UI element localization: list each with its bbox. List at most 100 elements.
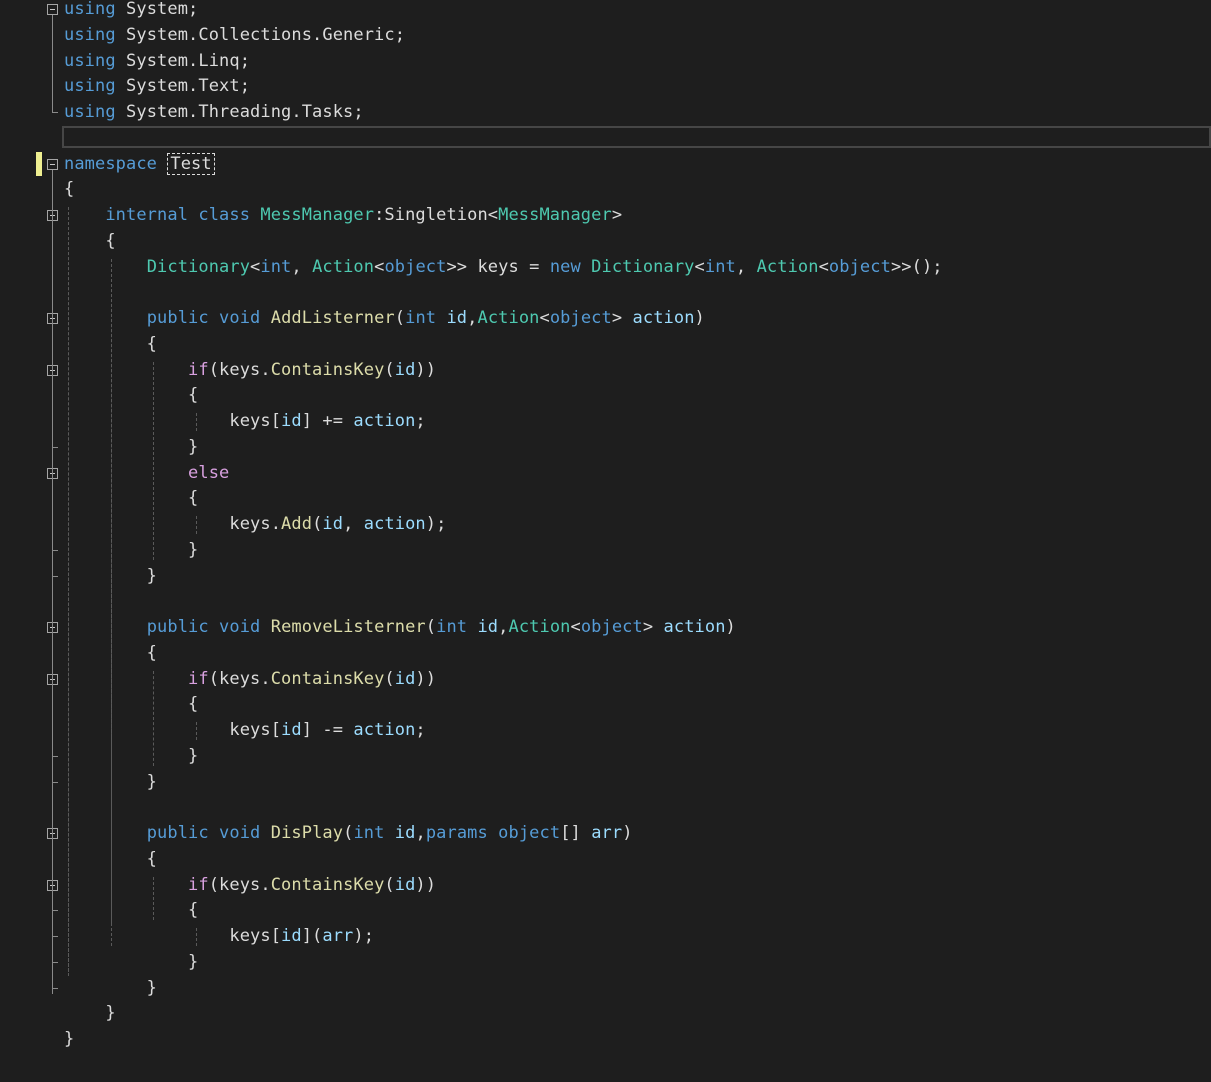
code-token: < xyxy=(539,308,550,328)
code-token: ContainsKey xyxy=(270,874,385,895)
code-token: public xyxy=(146,308,209,328)
code-token: RemoveListerner xyxy=(270,617,426,637)
code-line-text: { xyxy=(64,383,198,409)
indent-guide xyxy=(111,258,112,924)
code-line[interactable]: using System.Threading.Tasks; xyxy=(0,100,1211,126)
code-token: action xyxy=(353,720,416,740)
code-line[interactable]: public void RemoveListerner(int id,Actio… xyxy=(0,615,1211,641)
code-token: Action xyxy=(477,308,540,328)
code-line[interactable]: using System.Collections.Generic; xyxy=(0,23,1211,49)
code-token: else xyxy=(188,462,230,483)
code-token: > xyxy=(611,205,623,225)
code-token: object xyxy=(549,308,612,328)
code-line[interactable]: } xyxy=(0,435,1211,461)
code-token: void xyxy=(219,308,261,328)
code-token: Dictionary xyxy=(146,256,251,277)
code-token: < xyxy=(694,256,705,277)
code-line[interactable]: using System.Text; xyxy=(0,74,1211,100)
code-line[interactable]: } xyxy=(0,1001,1211,1027)
code-line-text: public void DisPlay(int id,params object… xyxy=(64,821,633,847)
code-line[interactable]: if(keys.ContainsKey(id)) xyxy=(0,873,1211,899)
code-token: arr xyxy=(591,823,623,843)
code-line[interactable]: public void AddListerner(int id,Action<o… xyxy=(0,306,1211,332)
code-line[interactable]: { xyxy=(0,486,1211,512)
code-token: id xyxy=(477,617,499,637)
code-line[interactable]: } xyxy=(0,976,1211,1002)
code-line[interactable]: keys[id] -= action; xyxy=(0,718,1211,744)
code-line[interactable]: } xyxy=(0,1027,1211,1053)
code-line[interactable]: } xyxy=(0,538,1211,564)
code-token: )) xyxy=(415,668,437,689)
code-token: { xyxy=(64,694,199,715)
code-line[interactable]: } xyxy=(0,744,1211,770)
code-line[interactable]: } xyxy=(0,770,1211,796)
code-token: < xyxy=(250,256,261,277)
outline-line xyxy=(52,15,53,112)
code-token: )) xyxy=(415,359,437,380)
code-token: , xyxy=(291,256,313,277)
code-token: < xyxy=(570,617,581,637)
code-line[interactable]: using System.Linq; xyxy=(0,49,1211,75)
code-line-text: { xyxy=(64,692,198,718)
code-line[interactable]: { xyxy=(0,332,1211,358)
code-token: AddListerner xyxy=(270,308,395,328)
code-token: id xyxy=(281,926,302,946)
code-token: ); xyxy=(353,926,375,946)
code-token: Action xyxy=(312,256,375,277)
code-line[interactable]: else xyxy=(0,461,1211,487)
code-line[interactable]: Dictionary<int, Action<object>> keys = n… xyxy=(0,255,1211,281)
code-line[interactable] xyxy=(0,126,1211,152)
code-token: Dictionary xyxy=(591,256,695,277)
code-token: namespace xyxy=(64,153,158,174)
code-line[interactable]: { xyxy=(0,177,1211,203)
code-token: int xyxy=(436,617,468,637)
code-token: id xyxy=(394,823,416,843)
fold-toggle-icon[interactable] xyxy=(47,4,58,15)
code-line[interactable]: using System; xyxy=(0,0,1211,23)
code-line[interactable]: { xyxy=(0,847,1211,873)
code-token: object xyxy=(384,256,447,277)
code-token: Action xyxy=(756,256,819,277)
code-line[interactable] xyxy=(0,589,1211,615)
code-line[interactable]: } xyxy=(0,564,1211,590)
code-token: arr xyxy=(322,926,354,946)
code-line[interactable] xyxy=(0,280,1211,306)
code-token: if xyxy=(188,668,209,689)
code-line[interactable]: namespace Test xyxy=(0,152,1211,178)
code-line-text: namespace Test xyxy=(64,152,215,178)
code-line[interactable]: { xyxy=(0,898,1211,924)
code-token: } xyxy=(64,951,199,972)
code-line-text: { xyxy=(64,177,74,203)
fold-toggle-icon[interactable] xyxy=(47,158,58,170)
code-line[interactable]: if(keys.ContainsKey(id)) xyxy=(0,667,1211,693)
code-line[interactable]: keys[id] += action; xyxy=(0,409,1211,435)
code-token: { xyxy=(64,488,199,509)
code-token: new xyxy=(549,256,581,277)
code-line-text: if(keys.ContainsKey(id)) xyxy=(64,667,436,693)
code-token: System.Collections.Generic; xyxy=(115,24,406,45)
code-line[interactable]: internal class MessManager:Singletion<Me… xyxy=(0,203,1211,229)
code-token: id xyxy=(322,514,344,534)
code-line[interactable]: } xyxy=(0,950,1211,976)
code-line[interactable]: { xyxy=(0,692,1211,718)
code-editor[interactable]: using System; using System.Collections.Ge… xyxy=(0,0,1211,1082)
code-line[interactable] xyxy=(0,795,1211,821)
indent-guide xyxy=(196,928,197,946)
code-line[interactable]: keys.Add(id, action); xyxy=(0,512,1211,538)
code-line[interactable]: if(keys.ContainsKey(id)) xyxy=(0,358,1211,384)
code-token: { xyxy=(64,385,199,406)
code-line[interactable]: public void DisPlay(int id,params object… xyxy=(0,821,1211,847)
code-token: ] += xyxy=(301,411,354,431)
code-line[interactable]: keys[id](arr); xyxy=(0,924,1211,950)
code-token: action xyxy=(353,411,416,431)
code-line[interactable]: { xyxy=(0,229,1211,255)
code-line[interactable]: { xyxy=(0,641,1211,667)
code-token: ); xyxy=(425,514,447,534)
code-line-text: public void RemoveListerner(int id,Actio… xyxy=(64,615,736,641)
code-token: ) xyxy=(694,308,705,328)
code-line[interactable]: { xyxy=(0,383,1211,409)
